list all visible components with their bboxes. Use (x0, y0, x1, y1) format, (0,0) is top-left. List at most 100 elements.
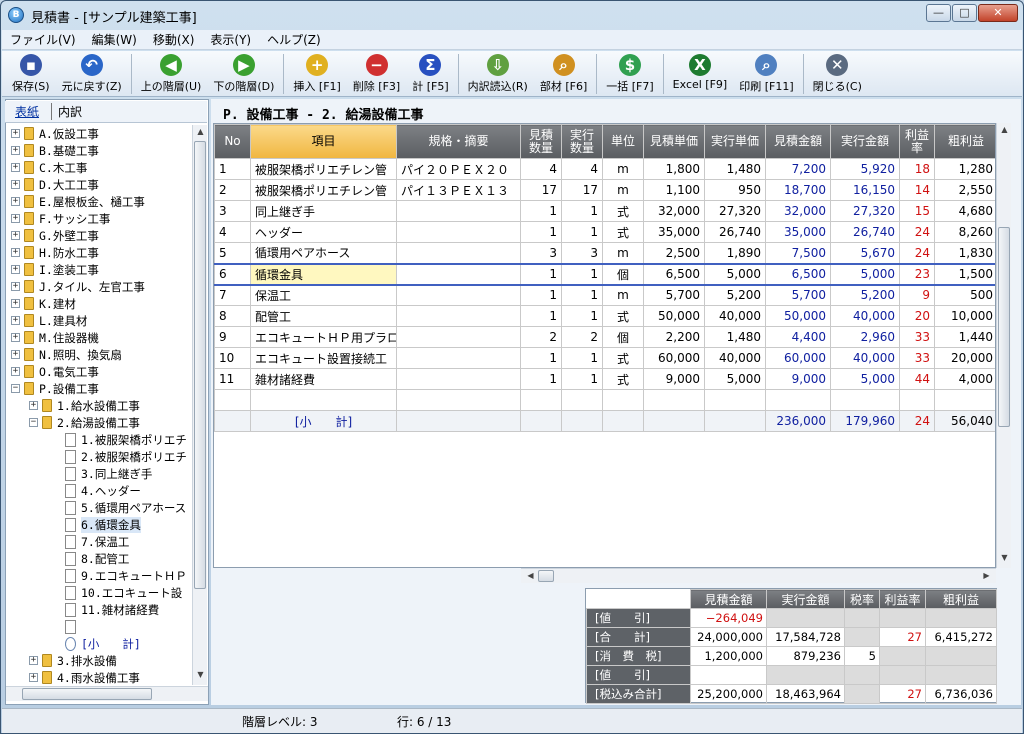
menu-item-4[interactable]: ヘルプ(Z) (259, 31, 329, 48)
summary-cell-tax[interactable]: 5 (844, 646, 880, 666)
tree-node[interactable]: 11.雑材諸経費 (65, 601, 159, 618)
cell-ap[interactable]: 40,000 (704, 305, 766, 327)
cell-ap[interactable]: 950 (704, 179, 766, 201)
menu-item-3[interactable]: 表示(Y) (202, 31, 259, 48)
cell-gp[interactable]: 56,040 (934, 410, 995, 432)
cell-unit[interactable] (602, 410, 644, 432)
grid-vertical-scrollbar[interactable]: ▲ ▼ (996, 123, 1011, 568)
cell-ap[interactable] (704, 389, 766, 411)
cell-gp[interactable]: 8,260 (934, 221, 995, 243)
cell-no[interactable]: 10 (214, 347, 251, 369)
tree-node[interactable]: + G.外壁工事 (11, 227, 99, 244)
bulk-button[interactable]: $ 一括 [F7] (600, 51, 659, 95)
cell-aa[interactable]: 179,960 (830, 410, 900, 432)
tree-node[interactable]: 10.エコキュート設 (65, 584, 182, 601)
tree-node[interactable]: + J.タイル、左官工事 (11, 278, 145, 295)
tree-node[interactable]: + M.住設器機 (11, 329, 99, 346)
cell-aq[interactable]: 3 (561, 242, 603, 264)
cell-ap[interactable]: 40,000 (704, 347, 766, 369)
cell-rate[interactable]: 20 (899, 305, 935, 327)
column-header[interactable]: 見積 数量 (520, 124, 562, 159)
summary-cell-act[interactable] (766, 608, 845, 628)
cell-aa[interactable]: 26,740 (830, 221, 900, 243)
table-row[interactable]: [小 計] 236,000 179,960 24 56,040 (214, 410, 995, 432)
cell-aa[interactable]: 2,960 (830, 326, 900, 348)
cell-unit[interactable]: 式 (602, 305, 644, 327)
expand-icon[interactable]: + (11, 350, 20, 359)
cell-ep[interactable]: 50,000 (643, 305, 705, 327)
table-row[interactable]: 2 被服架橋ポリエチレン管 パイ１３ＰＥＸ１３ 17 17 m 1,100 950 18,700… (214, 179, 995, 201)
cell-eq[interactable]: 1 (520, 262, 562, 286)
summary-cell-est[interactable]: 24,000,000 (690, 627, 767, 647)
cell-unit[interactable]: m (602, 158, 644, 180)
cell-no[interactable]: 4 (214, 221, 251, 243)
expand-icon[interactable]: + (11, 282, 20, 291)
tree-node[interactable]: 8.配管工 (65, 550, 129, 567)
cell-ap[interactable]: 1,890 (704, 242, 766, 264)
cell-ep[interactable]: 60,000 (643, 347, 705, 369)
cell-aa[interactable]: 27,320 (830, 200, 900, 222)
menu-item-1[interactable]: 編集(W) (84, 31, 145, 48)
scroll-up-arrow-icon[interactable]: ▲ (193, 127, 208, 136)
cell-gp[interactable]: 1,280 (934, 158, 995, 180)
cell-eq[interactable]: 3 (520, 242, 562, 264)
expand-icon[interactable]: + (11, 299, 20, 308)
summary-cell-act[interactable]: 18,463,964 (766, 684, 845, 704)
table-row[interactable] (214, 389, 995, 411)
cell-rate[interactable]: 23 (899, 262, 935, 286)
minimize-button[interactable]: — (926, 4, 951, 22)
cell-spec[interactable] (396, 242, 521, 264)
summary-cell-est[interactable]: −264,049 (690, 608, 767, 628)
expand-icon[interactable]: + (11, 197, 20, 206)
cell-ep[interactable]: 1,800 (643, 158, 705, 180)
tab-breakdown[interactable]: 内訳 (51, 103, 82, 120)
table-row[interactable]: 10 エコキュート設置接続工 1 1 式 60,000 40,000 60,000 40,000… (214, 347, 995, 369)
expand-icon[interactable]: + (11, 367, 20, 376)
column-header[interactable]: 利益 率 (899, 124, 935, 159)
cell-ep[interactable]: 35,000 (643, 221, 705, 243)
tree-node[interactable]: 5.循環用ペアホース (65, 499, 186, 516)
insert-button[interactable]: + 挿入 [F1] (287, 51, 346, 95)
cell-rate[interactable]: 33 (899, 347, 935, 369)
cell-gp[interactable]: 10,000 (934, 305, 995, 327)
cell-eq[interactable]: 4 (520, 158, 562, 180)
grid-scroll-up-icon[interactable]: ▲ (997, 125, 1012, 134)
collapse-icon[interactable]: − (11, 384, 20, 393)
cell-unit[interactable]: 式 (602, 200, 644, 222)
cell-rate[interactable]: 14 (899, 179, 935, 201)
cell-eq[interactable]: 1 (520, 200, 562, 222)
cell-aq[interactable]: 1 (561, 262, 603, 286)
tree-node[interactable]: + E.屋根板金、樋工事 (11, 193, 145, 210)
cell-rate[interactable]: 33 (899, 326, 935, 348)
cell-spec[interactable] (396, 200, 521, 222)
cell-aa[interactable]: 5,000 (830, 262, 900, 286)
grid-scroll-right-icon[interactable]: ▶ (979, 571, 994, 580)
cell-aa[interactable]: 5,200 (830, 284, 900, 306)
tree-horizontal-scrollbar[interactable] (6, 686, 208, 701)
tree-node[interactable]: + B.基礎工事 (11, 142, 99, 159)
menu-item-2[interactable]: 移動(X) (145, 31, 203, 48)
expand-icon[interactable]: + (11, 231, 20, 240)
tree-node[interactable]: + H.防水工事 (11, 244, 99, 261)
table-row[interactable]: 9 エコキュートＨＰ用プラロ 2 2 個 2,200 1,480 4,400 2,960 33 1,… (214, 326, 995, 348)
cell-aa[interactable]: 40,000 (830, 347, 900, 369)
cell-eq[interactable]: 1 (520, 284, 562, 306)
cell-ea[interactable]: 236,000 (765, 410, 831, 432)
cell-ea[interactable]: 4,400 (765, 326, 831, 348)
expand-icon[interactable]: + (29, 656, 38, 665)
cell-spec[interactable]: パイ２０ＰＥＸ２０ (396, 158, 521, 180)
cell-ea[interactable]: 9,000 (765, 368, 831, 390)
expand-icon[interactable]: + (11, 316, 20, 325)
tree-node[interactable]: +3.排水設備 (29, 652, 117, 669)
cell-ep[interactable]: 5,700 (643, 284, 705, 306)
cell-no[interactable]: 11 (214, 368, 251, 390)
tree-node[interactable]: 9.エコキュートＨＰ (65, 567, 187, 584)
cell-ap[interactable]: 5,000 (704, 262, 766, 286)
column-header[interactable]: 実行単価 (704, 124, 766, 159)
cell-aq[interactable]: 2 (561, 326, 603, 348)
cell-spec[interactable]: パイ１３ＰＥＸ１３ (396, 179, 521, 201)
tree-node[interactable]: 7.保温工 (65, 533, 129, 550)
summary-cell-tax[interactable] (844, 684, 880, 704)
cell-spec[interactable] (396, 410, 521, 432)
cell-gp[interactable]: 2,550 (934, 179, 995, 201)
